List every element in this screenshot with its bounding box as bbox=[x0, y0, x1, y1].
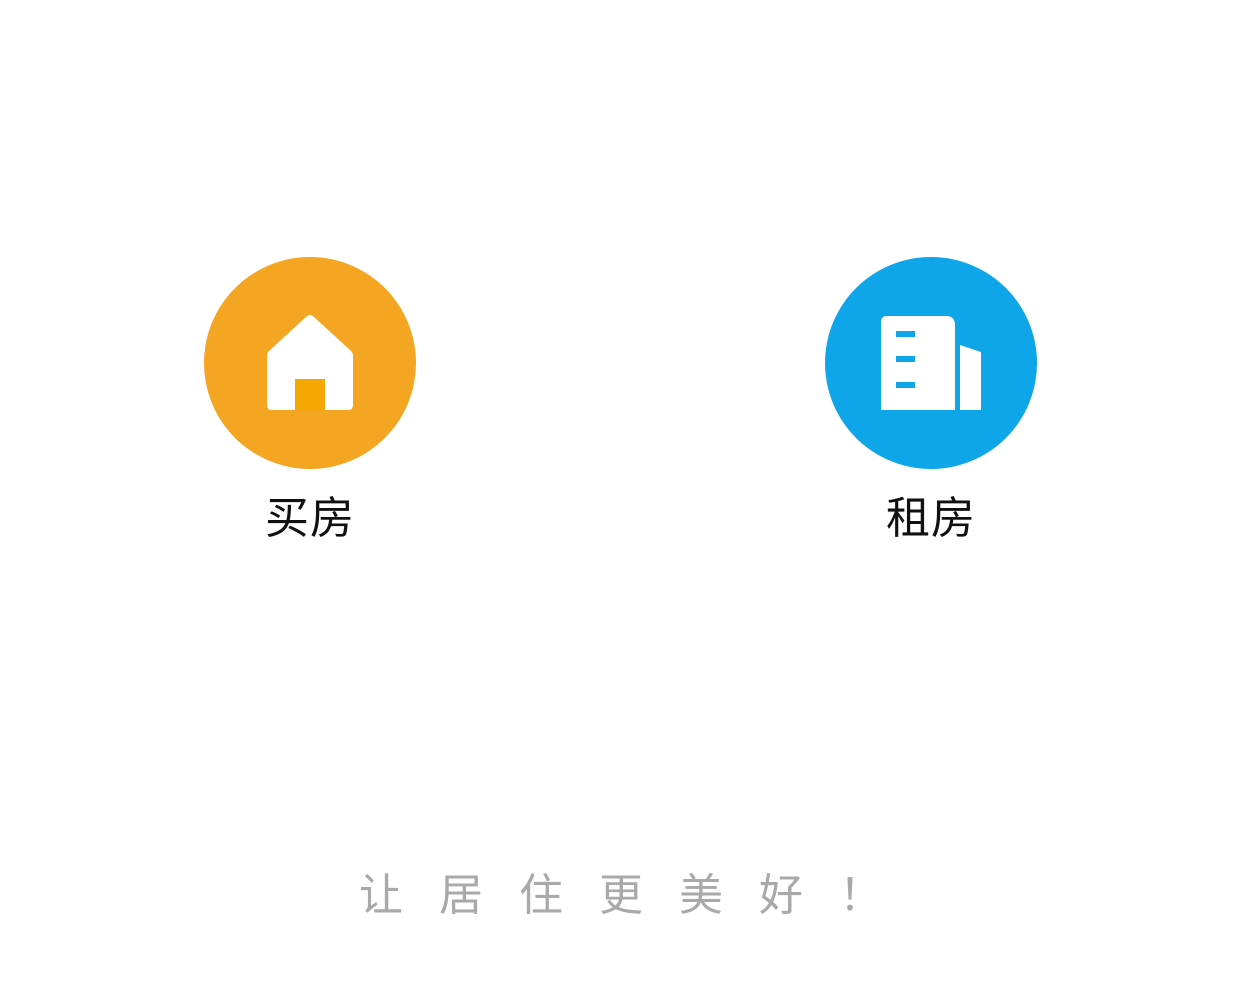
rent-house-button[interactable]: 租房 bbox=[825, 257, 1037, 547]
building-icon bbox=[881, 316, 981, 410]
rent-house-circle[interactable] bbox=[825, 257, 1037, 469]
slogan-text: 让居住更美好！ bbox=[359, 870, 919, 921]
buy-house-label: 买房 bbox=[265, 493, 355, 544]
buy-house-circle[interactable] bbox=[204, 257, 416, 469]
buy-house-button[interactable]: 买房 bbox=[204, 257, 416, 547]
house-icon bbox=[267, 315, 353, 410]
rent-house-label: 租房 bbox=[886, 493, 976, 544]
